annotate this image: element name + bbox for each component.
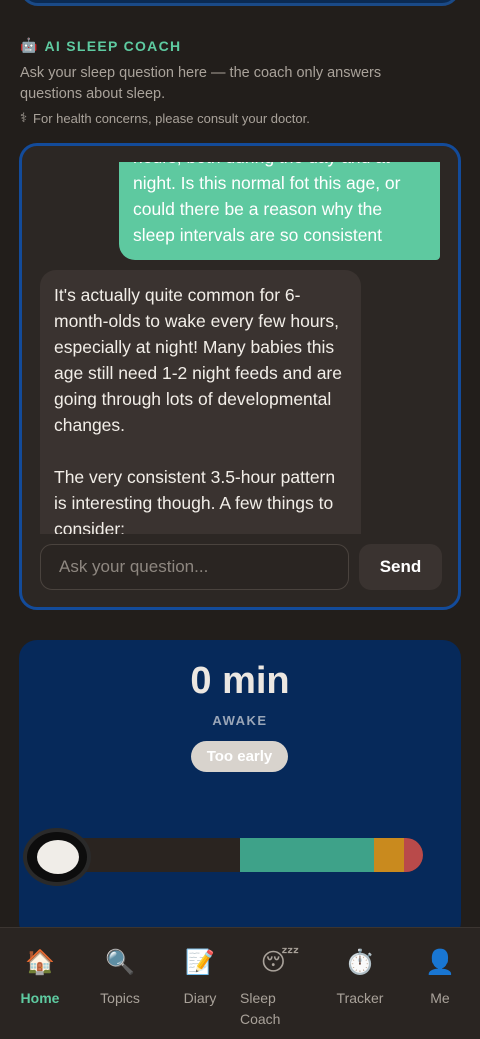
tab-label: Diary (183, 990, 217, 1006)
coach-description: Ask your sleep question here — the coach… (20, 65, 382, 102)
tab-home[interactable]: 🏠 Home (0, 946, 80, 1009)
question-input[interactable] (40, 544, 349, 590)
sleeping-face-icon: 😴 (260, 949, 300, 976)
stopwatch-icon: ⏱️ (345, 949, 375, 976)
coach-disclaimer: ⚕ For health concerns, please consult yo… (20, 110, 310, 126)
previous-card-edge (20, 0, 460, 6)
person-icon: 👤 (425, 949, 455, 976)
robot-icon: 🤖 (20, 37, 38, 53)
tab-diary[interactable]: 📝 Diary (160, 946, 240, 1009)
memo-icon: 📝 (185, 949, 215, 976)
chat-messages[interactable]: hours, both during the day and at night.… (22, 162, 458, 534)
tab-tracker[interactable]: ⏱️ Tracker (320, 946, 400, 1009)
tab-sleep-coach[interactable]: 😴 Sleep Coach (240, 946, 320, 1030)
tab-label: Me (430, 990, 450, 1006)
wake-window-track (41, 838, 423, 872)
disclaimer-text: For health concerns, please consult your… (33, 110, 310, 126)
magnifier-icon: 🔍 (105, 949, 135, 976)
tab-label: Sleep Coach (240, 990, 281, 1027)
bottom-tab-bar: 🏠 Home 🔍 Topics 📝 Diary 😴 Sleep Coach ⏱️… (0, 927, 480, 1039)
timer-state: AWAKE (212, 713, 268, 728)
track-segment-ideal (240, 838, 374, 872)
tab-topics[interactable]: 🔍 Topics (80, 946, 160, 1009)
send-button[interactable]: Send (359, 544, 442, 590)
user-message-bubble: hours, both during the day and at night.… (119, 162, 440, 260)
slider-knob[interactable] (23, 828, 91, 886)
chat-input-row: Send (40, 544, 442, 592)
timer-value: 0 min (190, 660, 290, 702)
track-segment-late (374, 838, 404, 872)
status-badge: Too early (191, 741, 288, 772)
tab-label: Tracker (336, 990, 384, 1006)
caduceus-icon: ⚕ (20, 110, 28, 125)
house-icon: 🏠 (25, 949, 55, 976)
bot-message-bubble: It's actually quite common for 6-month-o… (40, 270, 361, 534)
sleep-timer-card: 0 min AWAKE Too early (19, 640, 461, 940)
coach-title: AI SLEEP COACH (44, 37, 182, 54)
tab-label: Home (20, 990, 60, 1006)
tab-label: Topics (100, 990, 140, 1006)
tab-me[interactable]: 👤 Me (400, 946, 480, 1009)
track-segment-overtired (404, 838, 423, 872)
coach-header: 🤖 AI SLEEP COACH (20, 37, 181, 54)
chat-card: hours, both during the day and at night.… (19, 143, 461, 610)
